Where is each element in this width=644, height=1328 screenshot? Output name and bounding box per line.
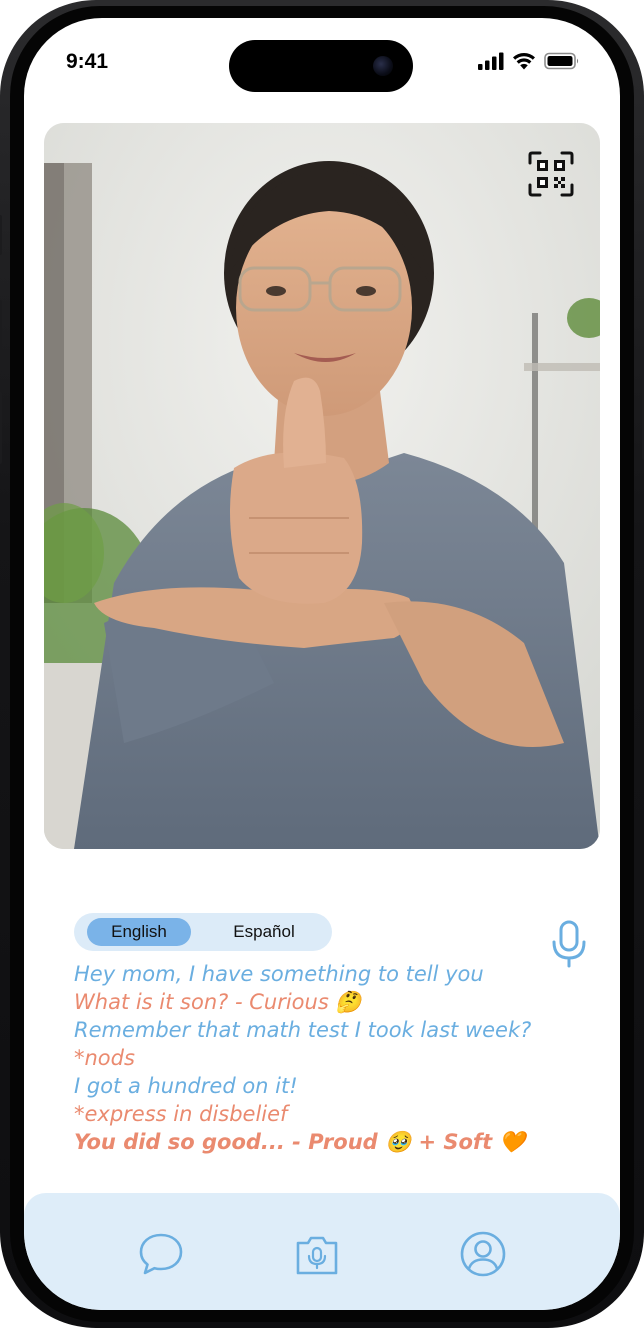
transcript: Hey mom, I have something to tell you Wh…	[74, 960, 594, 1156]
transcript-line: *nods	[74, 1046, 135, 1070]
front-camera	[373, 56, 393, 76]
transcript-line: What is it son? - Curious 🤔	[74, 990, 362, 1014]
video-frame-image	[44, 123, 600, 849]
profile-icon	[460, 1231, 506, 1277]
side-button-volume-down	[0, 392, 2, 464]
side-button-action	[0, 215, 2, 255]
chat-bubble-icon	[139, 1233, 183, 1275]
tab-chat[interactable]	[138, 1231, 184, 1277]
tab-profile[interactable]	[460, 1231, 506, 1277]
qr-code-button[interactable]	[528, 151, 574, 197]
tab-camera[interactable]	[294, 1231, 340, 1277]
battery-icon	[544, 52, 580, 75]
dynamic-island	[229, 40, 413, 92]
screen: 9:41 English Español Hey mom, I have som…	[24, 18, 620, 1310]
status-time: 9:41	[66, 50, 109, 73]
transcript-line: *express in disbelief	[74, 1102, 288, 1126]
lang-option-english[interactable]: English	[87, 918, 191, 946]
transcript-line: You did so good... - Proud 🥹 + Soft 🧡	[74, 1130, 526, 1154]
side-button-volume-up	[0, 300, 2, 372]
transcript-line: I got a hundred on it!	[74, 1074, 298, 1098]
qr-code-icon	[528, 151, 574, 197]
phone-frame: 9:41 English Español Hey mom, I have som…	[0, 0, 644, 1328]
lang-option-espanol[interactable]: Español	[212, 918, 316, 946]
wifi-icon	[512, 52, 536, 75]
sign-video-feed[interactable]	[44, 123, 600, 849]
camera-mic-icon	[296, 1236, 338, 1275]
cellular-signal-icon	[478, 52, 504, 75]
status-bar: 9:41	[24, 18, 620, 108]
transcript-line: Hey mom, I have something to tell you	[74, 962, 484, 986]
transcript-line: Remember that math test I took last week…	[74, 1018, 532, 1042]
tab-bar	[24, 1193, 620, 1310]
language-toggle: English Español	[74, 913, 332, 951]
status-icons	[478, 52, 580, 74]
